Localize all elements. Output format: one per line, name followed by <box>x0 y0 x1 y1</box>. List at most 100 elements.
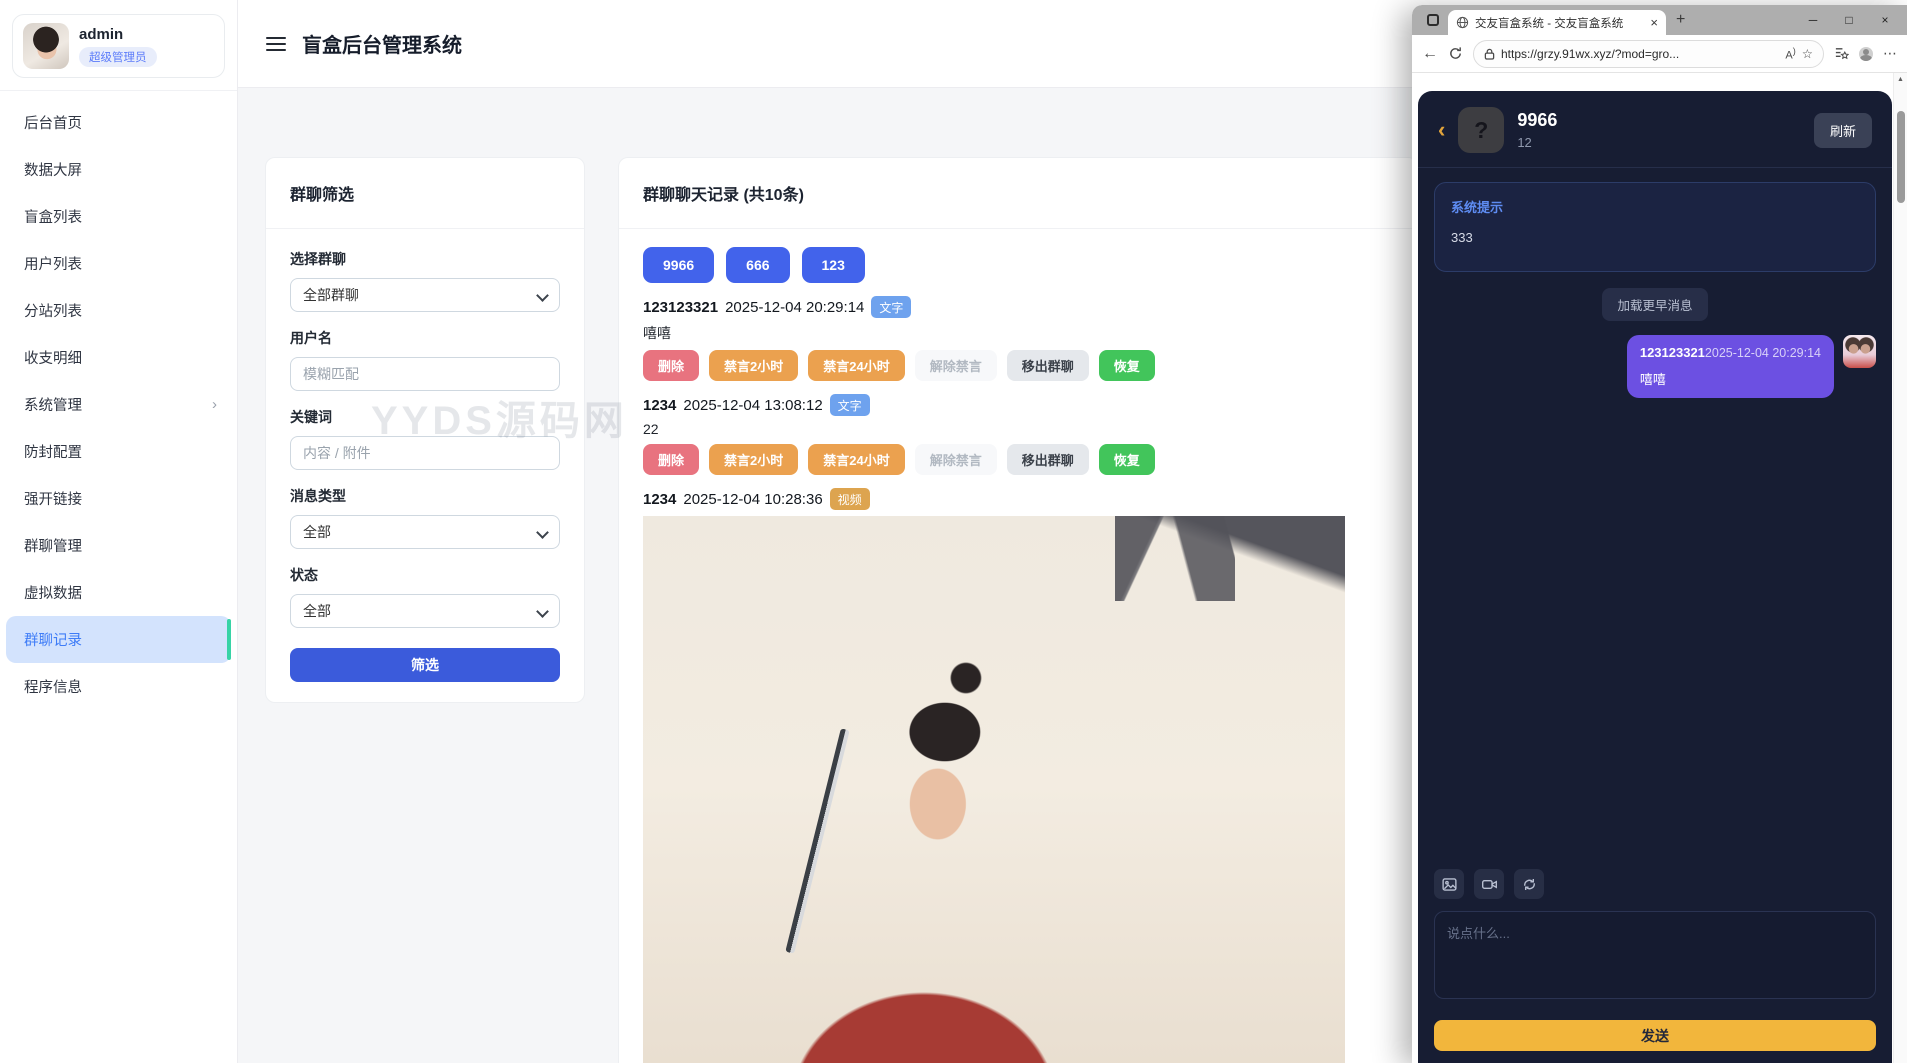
sidebar-item-data-screen[interactable]: 数据大屏 <box>6 146 231 193</box>
chat-msg-user: 123123321 <box>1640 345 1705 360</box>
chat-input[interactable] <box>1434 911 1876 999</box>
sidebar-item-anti-block[interactable]: 防封配置 <box>6 428 231 475</box>
scroll-up-icon[interactable]: ▲ <box>1894 73 1907 87</box>
collections-icon[interactable] <box>1834 46 1849 61</box>
action-unmute-button[interactable]: 解除禁言 <box>915 444 997 475</box>
browser-page: ‹ ? 9966 12 刷新 系统提示 333 加载更早消息 123123321… <box>1412 73 1907 1063</box>
action-remove-from-group-button[interactable]: 移出群聊 <box>1007 444 1089 475</box>
sidebar-item-group-records[interactable]: 群聊记录 <box>6 616 231 663</box>
action-restore-button[interactable]: 恢复 <box>1099 444 1155 475</box>
sidebar-item-label: 程序信息 <box>24 676 82 697</box>
message-time: 2025-12-04 13:08:12 <box>683 397 822 414</box>
sidebar-item-group-manage[interactable]: 群聊管理 <box>6 522 231 569</box>
field-label-msg-type: 消息类型 <box>290 486 560 506</box>
chat-bubble: 1231233212025-12-04 20:29:14 嘻嘻 <box>1627 335 1834 398</box>
back-icon[interactable]: ← <box>1422 45 1438 63</box>
page-scrollbar[interactable]: ▲ <box>1893 73 1907 1063</box>
image-upload-button[interactable] <box>1434 869 1464 899</box>
sidebar-item-label: 强开链接 <box>24 488 82 509</box>
refresh-icon[interactable] <box>1448 46 1463 61</box>
message-user: 1234 <box>643 491 676 508</box>
more-menu-icon[interactable]: ⋯ <box>1883 45 1897 62</box>
sidebar-item-box-list[interactable]: 盲盒列表 <box>6 193 231 240</box>
select-value: 全部 <box>303 522 331 542</box>
action-unmute-button[interactable]: 解除禁言 <box>915 350 997 381</box>
msg-type-select[interactable]: 全部 <box>290 515 560 549</box>
address-bar[interactable]: https://grzy.91wx.xyz/?mod=gro... A) ☆ <box>1473 40 1824 68</box>
select-value: 全部 <box>303 601 331 621</box>
sidebar-item-home[interactable]: 后台首页 <box>6 99 231 146</box>
sidebar-item-system[interactable]: 系统管理› <box>6 381 231 428</box>
message-list: 1231233212025-12-04 20:29:14文字嘻嘻删除禁言2小时禁… <box>643 296 1393 1063</box>
filter-panel: 群聊筛选 选择群聊全部群聊用户名关键词消息类型全部状态全部筛选 <box>265 157 585 703</box>
action-mute-24h-button[interactable]: 禁言24小时 <box>808 350 904 381</box>
message-header: 1234 2025-12-04 10:28:36 视频 <box>643 488 1393 510</box>
scrollbar-thumb[interactable] <box>1897 111 1905 203</box>
keyword-input[interactable] <box>290 436 560 470</box>
tab-actions-icon[interactable] <box>1422 9 1444 31</box>
group-avatar: ? <box>1458 107 1504 153</box>
send-button[interactable]: 发送 <box>1434 1020 1876 1051</box>
new-tab-icon[interactable]: + <box>1676 11 1685 29</box>
video-camera-icon <box>1481 876 1498 893</box>
message-time: 2025-12-04 20:29:14 <box>725 299 864 316</box>
menu-toggle-icon[interactable] <box>266 37 286 51</box>
action-restore-button[interactable]: 恢复 <box>1099 350 1155 381</box>
message-time: 2025-12-04 10:28:36 <box>683 491 822 508</box>
action-delete-button[interactable]: 删除 <box>643 350 699 381</box>
field-label-keyword: 关键词 <box>290 407 560 427</box>
sidebar-item-virtual-data[interactable]: 虚拟数据 <box>6 569 231 616</box>
close-icon[interactable]: × <box>1867 7 1903 33</box>
filter-submit-button[interactable]: 筛选 <box>290 648 560 682</box>
sidebar-item-force-link[interactable]: 强开链接 <box>6 475 231 522</box>
sidebar-item-finance[interactable]: 收支明细 <box>6 334 231 381</box>
group-tab-123[interactable]: 123 <box>802 247 865 283</box>
tab-close-icon[interactable]: × <box>1650 15 1658 30</box>
action-mute-24h-button[interactable]: 禁言24小时 <box>808 444 904 475</box>
user-card[interactable]: admin 超级管理员 <box>12 14 225 78</box>
action-mute-2h-button[interactable]: 禁言2小时 <box>709 350 798 381</box>
chevron-right-icon: › <box>212 396 217 413</box>
filter-fields: 选择群聊全部群聊用户名关键词消息类型全部状态全部筛选 <box>266 229 584 702</box>
action-mute-2h-button[interactable]: 禁言2小时 <box>709 444 798 475</box>
username-input[interactable] <box>290 357 560 391</box>
sidebar-item-site-list[interactable]: 分站列表 <box>6 287 231 334</box>
load-earlier-button[interactable]: 加载更早消息 <box>1602 288 1707 321</box>
message-content: 22 <box>643 421 1393 437</box>
favorite-star-icon[interactable]: ☆ <box>1802 46 1813 61</box>
profile-icon[interactable] <box>1859 47 1873 61</box>
group-name: 9966 <box>1517 110 1557 131</box>
sidebar-item-label: 收支明细 <box>24 347 82 368</box>
sync-button[interactable] <box>1514 869 1544 899</box>
chat-refresh-button[interactable]: 刷新 <box>1814 113 1872 148</box>
sidebar-item-label: 分站列表 <box>24 300 82 321</box>
minimize-icon[interactable]: ─ <box>1795 7 1831 33</box>
member-count: 12 <box>1517 135 1557 150</box>
sidebar-item-label: 群聊管理 <box>24 535 82 556</box>
browser-tab[interactable]: 交友盲盒系统 - 交友盲盒系统 × <box>1448 10 1666 35</box>
group-tab-9966[interactable]: 9966 <box>643 247 714 283</box>
video-upload-button[interactable] <box>1474 869 1504 899</box>
system-message-card: 系统提示 333 <box>1434 182 1876 272</box>
sidebar-item-label: 群聊记录 <box>24 629 82 650</box>
chat-back-icon[interactable]: ‹ <box>1438 119 1445 141</box>
read-aloud-icon[interactable]: A) <box>1785 46 1795 62</box>
action-remove-from-group-button[interactable]: 移出群聊 <box>1007 350 1089 381</box>
group-tab-666[interactable]: 666 <box>726 247 789 283</box>
maximize-icon[interactable]: □ <box>1831 7 1867 33</box>
sidebar-item-user-list[interactable]: 用户列表 <box>6 240 231 287</box>
message-header: 1231233212025-12-04 20:29:14文字 <box>643 296 1393 318</box>
video-frame[interactable] <box>643 516 1345 1063</box>
group-tabs: 9966 666 123 <box>643 247 1393 283</box>
filter-panel-title: 群聊筛选 <box>266 158 584 229</box>
sidebar-item-label: 防封配置 <box>24 441 82 462</box>
field-label-status: 状态 <box>290 565 560 585</box>
message-type-badge: 文字 <box>830 394 870 416</box>
action-delete-button[interactable]: 删除 <box>643 444 699 475</box>
sidebar-item-program-info[interactable]: 程序信息 <box>6 663 231 710</box>
message-type-badge: 视频 <box>830 488 870 510</box>
status-select[interactable]: 全部 <box>290 594 560 628</box>
video-sword-shape <box>785 728 849 953</box>
globe-icon <box>1456 16 1469 29</box>
group-select[interactable]: 全部群聊 <box>290 278 560 312</box>
